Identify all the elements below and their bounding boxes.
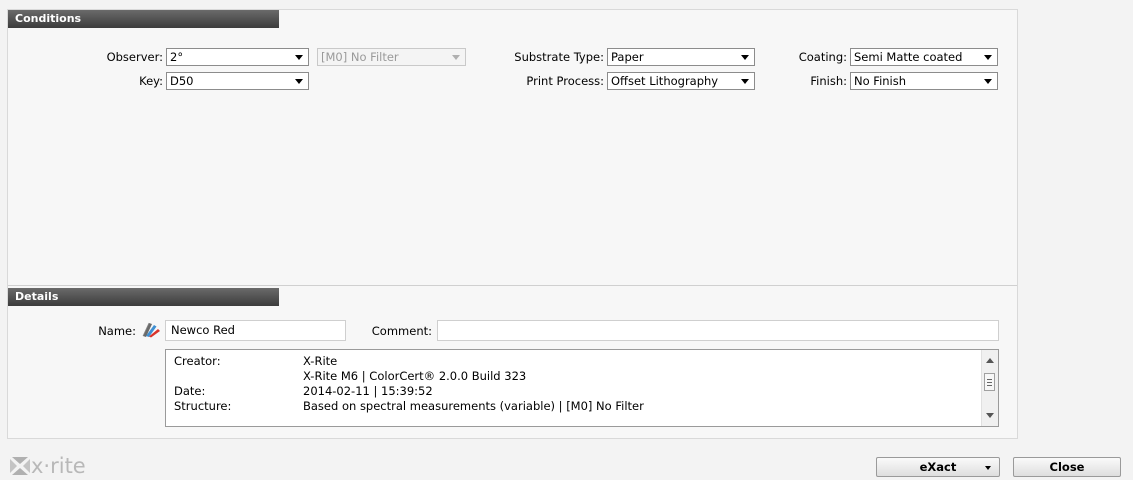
conditions-header: Conditions	[8, 10, 279, 28]
name-input[interactable]: Newco Red	[165, 320, 346, 341]
comment-input[interactable]	[437, 320, 999, 341]
info-key: Structure:	[174, 399, 232, 413]
close-button[interactable]: Close	[1013, 457, 1121, 477]
key-select[interactable]: D50	[166, 72, 309, 90]
x-rite-logo: x·rite	[9, 454, 86, 478]
info-key: Date:	[174, 384, 206, 398]
info-value: X-Rite	[303, 354, 338, 368]
scroll-down-icon[interactable]	[986, 413, 994, 418]
print-process-value: Offset Lithography	[611, 74, 719, 88]
info-key: Creator:	[174, 354, 221, 368]
info-scrollbar[interactable]	[981, 350, 998, 426]
key-label: Key:	[139, 74, 163, 88]
finish-select[interactable]: No Finish	[850, 72, 998, 90]
exact-button-label: eXact	[919, 460, 957, 474]
info-value: 2014-02-11 | 15:39:52	[303, 384, 433, 398]
filter-value: [M0] No Filter	[321, 50, 399, 64]
section-divider	[8, 285, 1017, 286]
coating-select[interactable]: Semi Matte coated	[850, 48, 998, 66]
chevron-down-icon	[741, 55, 749, 60]
comment-label: Comment:	[371, 324, 432, 338]
finish-value: No Finish	[854, 74, 907, 88]
chevron-down-icon	[295, 55, 303, 60]
observer-label: Observer:	[106, 50, 163, 64]
info-list[interactable]: Creator: X-Rite X-Rite M6 | ColorCert® 2…	[165, 349, 999, 427]
details-header: Details	[8, 288, 279, 306]
swatch-fan-icon	[140, 320, 162, 338]
logo-text: x·rite	[31, 454, 86, 478]
substrate-select[interactable]: Paper	[607, 48, 755, 66]
x-rite-mark-icon	[10, 457, 30, 475]
print-process-label: Print Process:	[526, 74, 604, 88]
info-value: Based on spectral measurements (variable…	[303, 399, 644, 413]
chevron-down-icon	[295, 79, 303, 84]
chevron-down-icon	[452, 55, 460, 60]
exact-device-button[interactable]: eXact	[876, 457, 1000, 477]
observer-select[interactable]: 2°	[166, 48, 309, 66]
chevron-down-icon	[984, 55, 992, 60]
coating-label: Coating:	[798, 50, 847, 64]
name-label: Name:	[98, 324, 136, 338]
scroll-thumb[interactable]	[984, 373, 995, 391]
substrate-label: Substrate Type:	[514, 50, 604, 64]
finish-label: Finish:	[810, 74, 847, 88]
print-process-select[interactable]: Offset Lithography	[607, 72, 755, 90]
info-value: X-Rite M6 | ColorCert® 2.0.0 Build 323	[303, 369, 527, 383]
chevron-down-icon[interactable]	[985, 466, 991, 470]
substrate-value: Paper	[611, 50, 644, 64]
filter-select: [M0] No Filter	[317, 48, 466, 66]
observer-value: 2°	[170, 50, 184, 64]
coating-value: Semi Matte coated	[854, 50, 963, 64]
key-value: D50	[170, 74, 194, 88]
scroll-up-icon[interactable]	[986, 358, 994, 363]
main-panel: Conditions Observer: 2° [M0] No Filter S…	[7, 9, 1018, 439]
chevron-down-icon	[984, 79, 992, 84]
chevron-down-icon	[741, 79, 749, 84]
